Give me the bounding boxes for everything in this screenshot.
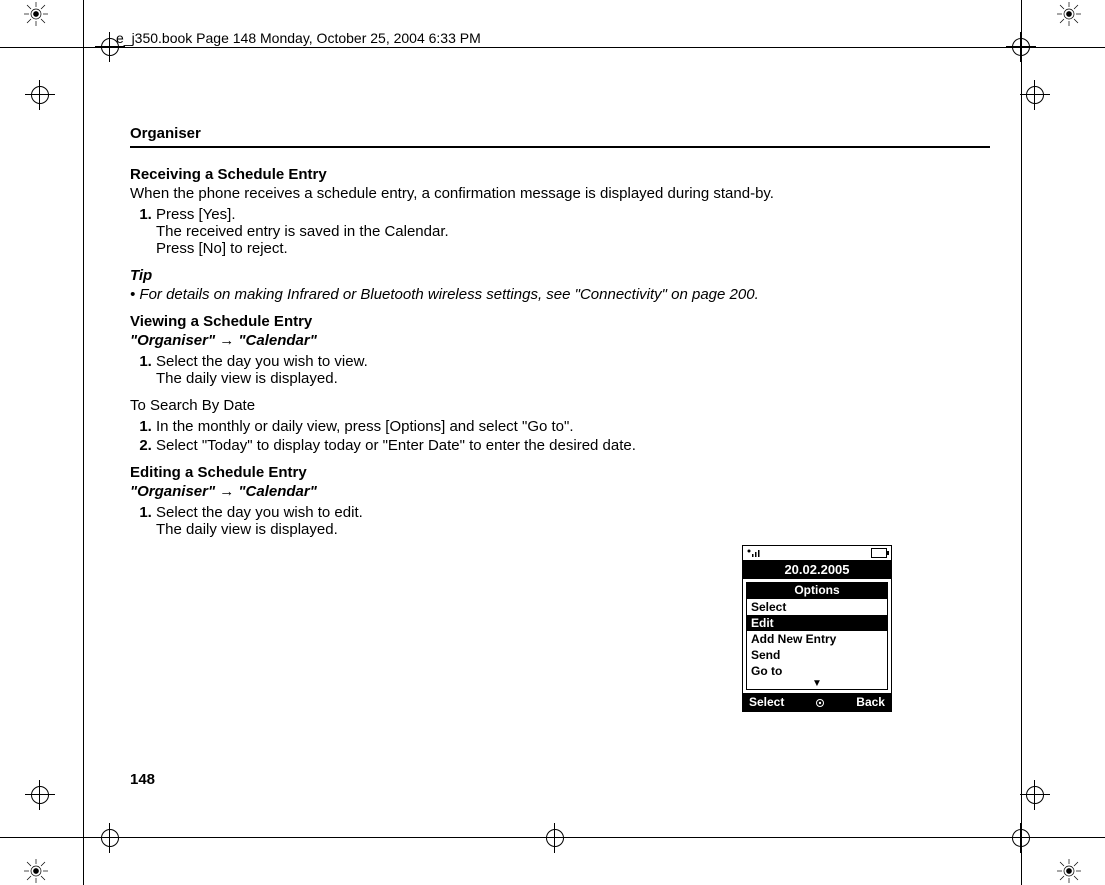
step-item: Select the day you wish to edit. The dai… bbox=[156, 504, 790, 538]
battery-icon bbox=[871, 548, 887, 558]
crosshair-icon bbox=[25, 780, 55, 810]
phone-options-list: Select Edit Add New Entry Send Go to ▼ bbox=[746, 598, 888, 690]
phone-date: 20.02.2005 bbox=[743, 560, 891, 579]
phone-option-send[interactable]: Send bbox=[747, 647, 887, 663]
step-item: In the monthly or daily view, press [Opt… bbox=[156, 418, 790, 435]
horizontal-rule bbox=[130, 146, 990, 148]
step-item: Press [Yes]. The received entry is saved… bbox=[156, 206, 790, 257]
crosshair-icon bbox=[1020, 780, 1050, 810]
registration-mark-icon bbox=[24, 2, 48, 26]
step-text: Press [Yes]. bbox=[156, 206, 235, 223]
crosshair-icon bbox=[1006, 823, 1036, 853]
nav-center-icon[interactable] bbox=[815, 697, 825, 707]
crosshair-icon bbox=[1020, 80, 1050, 110]
crosshair-icon bbox=[25, 80, 55, 110]
phone-menu-title: Options bbox=[746, 582, 888, 598]
registration-mark-icon bbox=[24, 859, 48, 883]
step-item: Select "Today" to display today or "Ente… bbox=[156, 437, 790, 454]
softkey-left[interactable]: Select bbox=[749, 695, 784, 709]
file-header: e_j350.book Page 148 Monday, October 25,… bbox=[116, 30, 481, 46]
softkey-right[interactable]: Back bbox=[856, 695, 885, 709]
crosshair-icon bbox=[1006, 32, 1036, 62]
nav-path: "Organiser" → "Calendar" bbox=[130, 332, 790, 349]
step-item: Select the day you wish to view. The dai… bbox=[156, 353, 790, 387]
tip-body: • For details on making Infrared or Blue… bbox=[130, 286, 790, 303]
step-sub: The daily view is displayed. bbox=[156, 370, 790, 387]
phone-status-bar bbox=[743, 546, 891, 560]
signal-icon bbox=[747, 548, 765, 560]
tip-heading: Tip bbox=[130, 267, 790, 284]
paragraph: When the phone receives a schedule entry… bbox=[130, 185, 790, 202]
step-sub: Press [No] to reject. bbox=[156, 240, 790, 257]
phone-screenshot: 20.02.2005 Options Select Edit Add New E… bbox=[742, 545, 892, 712]
step-sub: The received entry is saved in the Calen… bbox=[156, 223, 790, 240]
step-text: Select the day you wish to edit. bbox=[156, 504, 363, 521]
chevron-down-icon: ▼ bbox=[747, 679, 887, 689]
step-text: Select "Today" to display today or "Ente… bbox=[156, 437, 636, 454]
step-text: In the monthly or daily view, press [Opt… bbox=[156, 418, 574, 435]
phone-option-edit[interactable]: Edit bbox=[747, 615, 887, 631]
heading-editing: Editing a Schedule Entry bbox=[130, 464, 790, 481]
section-title: Organiser bbox=[130, 125, 990, 142]
step-text: Select the day you wish to view. bbox=[156, 353, 368, 370]
step-sub: The daily view is displayed. bbox=[156, 521, 790, 538]
page-number: 148 bbox=[130, 771, 155, 788]
sub-heading: To Search By Date bbox=[130, 397, 790, 414]
phone-option-add-new-entry[interactable]: Add New Entry bbox=[747, 631, 887, 647]
phone-option-go-to[interactable]: Go to bbox=[747, 663, 887, 679]
heading-viewing: Viewing a Schedule Entry bbox=[130, 313, 790, 330]
crosshair-icon bbox=[540, 823, 570, 853]
registration-mark-icon bbox=[1057, 859, 1081, 883]
nav-path: "Organiser" → "Calendar" bbox=[130, 483, 790, 500]
crosshair-icon bbox=[95, 823, 125, 853]
registration-mark-icon bbox=[1057, 2, 1081, 26]
heading-receiving: Receiving a Schedule Entry bbox=[130, 166, 790, 183]
phone-option-select[interactable]: Select bbox=[747, 599, 887, 615]
